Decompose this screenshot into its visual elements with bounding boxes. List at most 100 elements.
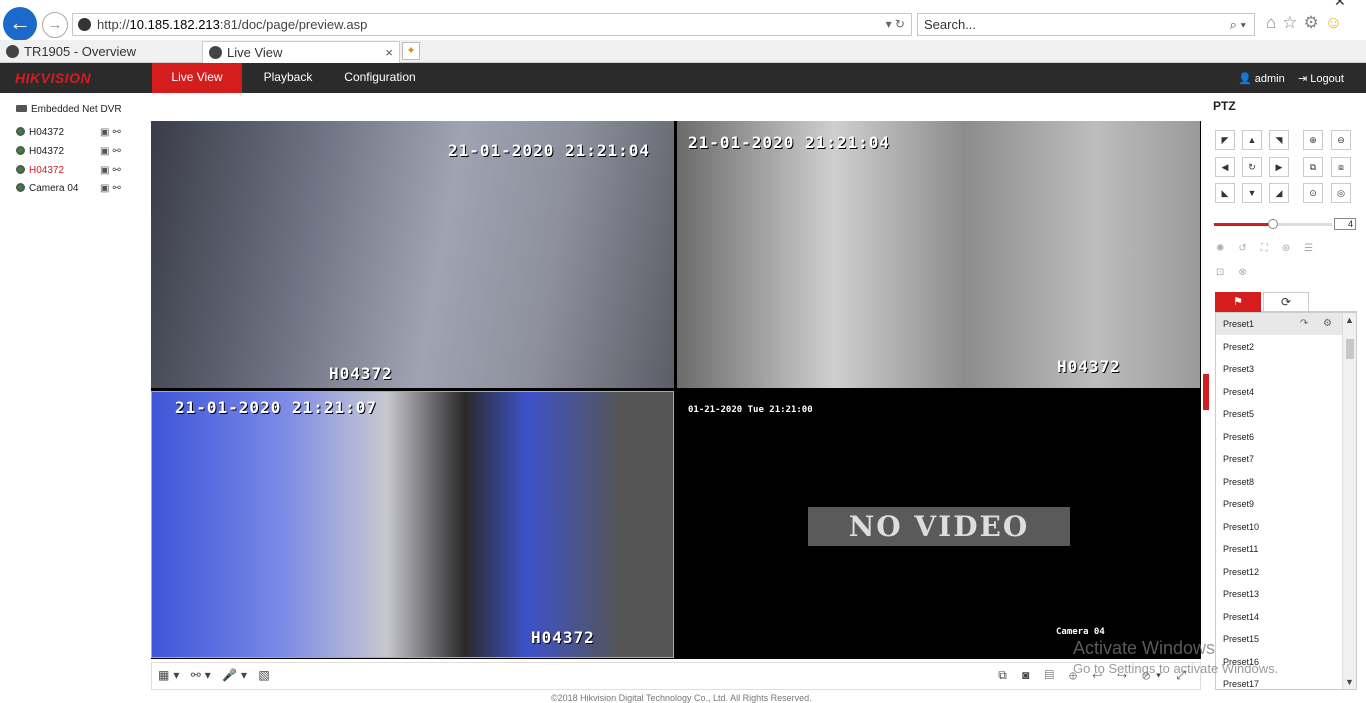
preset-label: Preset12: [1223, 566, 1260, 577]
tab-overview[interactable]: TR1905 - Overview: [0, 41, 200, 63]
ptz-speed-value: 4: [1334, 218, 1356, 230]
preset-label: Preset9: [1223, 499, 1255, 509]
forward-button[interactable]: →: [42, 12, 68, 38]
no-video-banner: NO VIDEO: [808, 507, 1070, 546]
preset-item[interactable]: Preset2: [1216, 336, 1342, 358]
gear-icon[interactable]: ⚙: [1304, 13, 1325, 32]
preset-item[interactable]: Preset5: [1216, 403, 1342, 425]
collapse-panel-handle[interactable]: [1203, 374, 1209, 410]
ptz-right-button[interactable]: ▶: [1269, 157, 1289, 177]
scroll-thumb[interactable]: [1346, 339, 1354, 359]
camera-item[interactable]: Camera 04 ▣⚯: [16, 183, 141, 199]
preset-item[interactable]: Preset10: [1216, 516, 1342, 538]
preset-item[interactable]: Preset15: [1216, 628, 1342, 650]
preset-label: Preset15: [1223, 634, 1260, 644]
ptz-down-left-button[interactable]: ◣: [1215, 183, 1235, 203]
focus-near-button[interactable]: ⧉: [1303, 157, 1323, 177]
home-icon[interactable]: ⌂: [1266, 13, 1282, 32]
activate-windows-watermark: Activate Windows: [1073, 638, 1216, 658]
preset-item[interactable]: Preset1 ↷ ⚙: [1216, 313, 1342, 335]
ptz-up-left-button[interactable]: ◤: [1215, 130, 1235, 150]
preset-item[interactable]: Preset14: [1216, 606, 1342, 628]
preset-item[interactable]: Preset12: [1216, 561, 1342, 583]
focus-far-button[interactable]: ⧈: [1331, 157, 1351, 177]
logout-label: Logout: [1310, 73, 1344, 85]
tab-close-icon[interactable]: ×: [385, 42, 393, 63]
preset-item[interactable]: Preset3: [1216, 358, 1342, 380]
record-ptz-icon[interactable]: ▣⚯: [100, 127, 124, 138]
favorites-icon[interactable]: ☆: [1282, 13, 1303, 32]
iris-open-button[interactable]: ⊙: [1303, 183, 1323, 203]
scroll-up-icon[interactable]: ▲: [1345, 315, 1354, 325]
search-input[interactable]: Search... ⌕ ▾: [917, 13, 1255, 36]
user-menu[interactable]: 👤 admin: [1238, 72, 1285, 85]
osd-camera-label: H04372: [329, 364, 393, 383]
logout-button[interactable]: ⇥ Logout: [1298, 72, 1344, 85]
camera-item[interactable]: H04372 ▣⚯: [16, 127, 141, 143]
osd-camera-label: H04372: [531, 628, 595, 647]
page-icon: [78, 18, 91, 31]
preset-item[interactable]: Preset11: [1216, 538, 1342, 560]
nav-live-view[interactable]: Live View: [152, 63, 242, 93]
scroll-down-icon[interactable]: ▼: [1345, 677, 1354, 687]
preset-item[interactable]: Preset6: [1216, 426, 1342, 448]
preset-item[interactable]: Preset4: [1216, 381, 1342, 403]
preset-label: Preset2: [1223, 341, 1255, 352]
slider-knob[interactable]: [1268, 219, 1278, 229]
device-tree: Embedded Net DVR H04372 ▣⚯ H04372 ▣⚯ H0437…: [0, 93, 148, 693]
osd-timestamp: 21-01-2020 21:21:04: [448, 141, 651, 160]
camera-item[interactable]: H04372 ▣⚯: [16, 146, 141, 162]
search-icon[interactable]: ⌕ ▾: [1230, 14, 1246, 35]
ptz-down-right-button[interactable]: ◢: [1269, 183, 1289, 203]
iris-close-button[interactable]: ◎: [1331, 183, 1351, 203]
osd-camera-label: Camera 04: [1056, 627, 1105, 637]
feedback-icon[interactable]: ☺: [1325, 13, 1348, 32]
tab-favicon: [209, 46, 222, 59]
record-ptz-icon[interactable]: ▣⚯: [100, 165, 124, 176]
camera-label: Camera 04: [29, 183, 79, 194]
video-tile[interactable]: 21-01-2020 21:21:04 H04372: [151, 121, 674, 388]
record-ptz-icon[interactable]: ▣⚯: [100, 146, 124, 157]
refresh-icon[interactable]: ▾ ↻: [886, 14, 905, 35]
lens-init-icons[interactable]: ⊡⊗: [1216, 267, 1261, 278]
video-tile[interactable]: 01-21-2020 Tue 21:21:00 NO VIDEO Camera …: [677, 391, 1200, 658]
nav-playback[interactable]: Playback: [255, 63, 321, 93]
new-tab-button[interactable]: ✦: [402, 42, 420, 60]
preset-call-settings-icon[interactable]: ↷ ⚙: [1300, 313, 1338, 335]
preset-item[interactable]: Preset13: [1216, 583, 1342, 605]
nav-configuration[interactable]: Configuration: [338, 63, 422, 93]
address-bar[interactable]: http://10.185.182.213:81/doc/page/previe…: [72, 13, 912, 36]
tree-root[interactable]: Embedded Net DVR: [16, 104, 122, 115]
camera-label: H04372: [29, 146, 65, 157]
osd-camera-label: H04372: [1057, 357, 1121, 376]
ptz-speed-slider[interactable]: [1214, 219, 1332, 229]
ptz-up-button[interactable]: ▲: [1242, 130, 1262, 150]
ptz-left-button[interactable]: ◀: [1215, 157, 1235, 177]
record-ptz-icon[interactable]: ▣⚯: [100, 183, 124, 194]
light-wiper-focus-icons[interactable]: ✺↺⛶⊛☰: [1216, 243, 1327, 254]
camera-item-selected[interactable]: H04372 ▣⚯: [16, 165, 141, 181]
tab-live-view[interactable]: Live View ×: [202, 41, 400, 63]
url-prefix: http://: [97, 17, 130, 32]
ptz-down-button[interactable]: ▼: [1242, 183, 1262, 203]
preset-label: Preset13: [1223, 589, 1260, 599]
back-button[interactable]: ←: [3, 7, 37, 41]
person-icon: 👤: [1238, 73, 1255, 85]
video-tile[interactable]: 21-01-2020 21:21:04 H04372: [677, 121, 1200, 388]
tab-patrol[interactable]: ⟳: [1263, 292, 1309, 312]
ptz-up-right-button[interactable]: ◥: [1269, 130, 1289, 150]
preset-item[interactable]: Preset7: [1216, 448, 1342, 470]
layout-ptz-audio-icons[interactable]: ▦▾ ⚯▾ 🎤▾ ▧: [158, 668, 274, 682]
zoom-in-button[interactable]: ⊕: [1303, 130, 1323, 150]
zoom-out-button[interactable]: ⊖: [1331, 130, 1351, 150]
preset-item[interactable]: Preset8: [1216, 471, 1342, 493]
preset-item[interactable]: Preset9: [1216, 493, 1342, 515]
slider-fill: [1214, 223, 1273, 226]
video-tile-selected[interactable]: 21-01-2020 21:21:07 H04372: [151, 391, 674, 658]
browser-toolbar: ← → http://10.185.182.213:81/doc/page/pr…: [0, 0, 1366, 41]
tab-presets[interactable]: ⚑: [1215, 292, 1261, 312]
preset-scrollbar[interactable]: ▲ ▼: [1342, 313, 1356, 689]
window-close-icon[interactable]: ✕: [1334, 0, 1346, 10]
ptz-auto-button[interactable]: ↻: [1242, 157, 1262, 177]
camera-label: H04372: [29, 127, 65, 138]
